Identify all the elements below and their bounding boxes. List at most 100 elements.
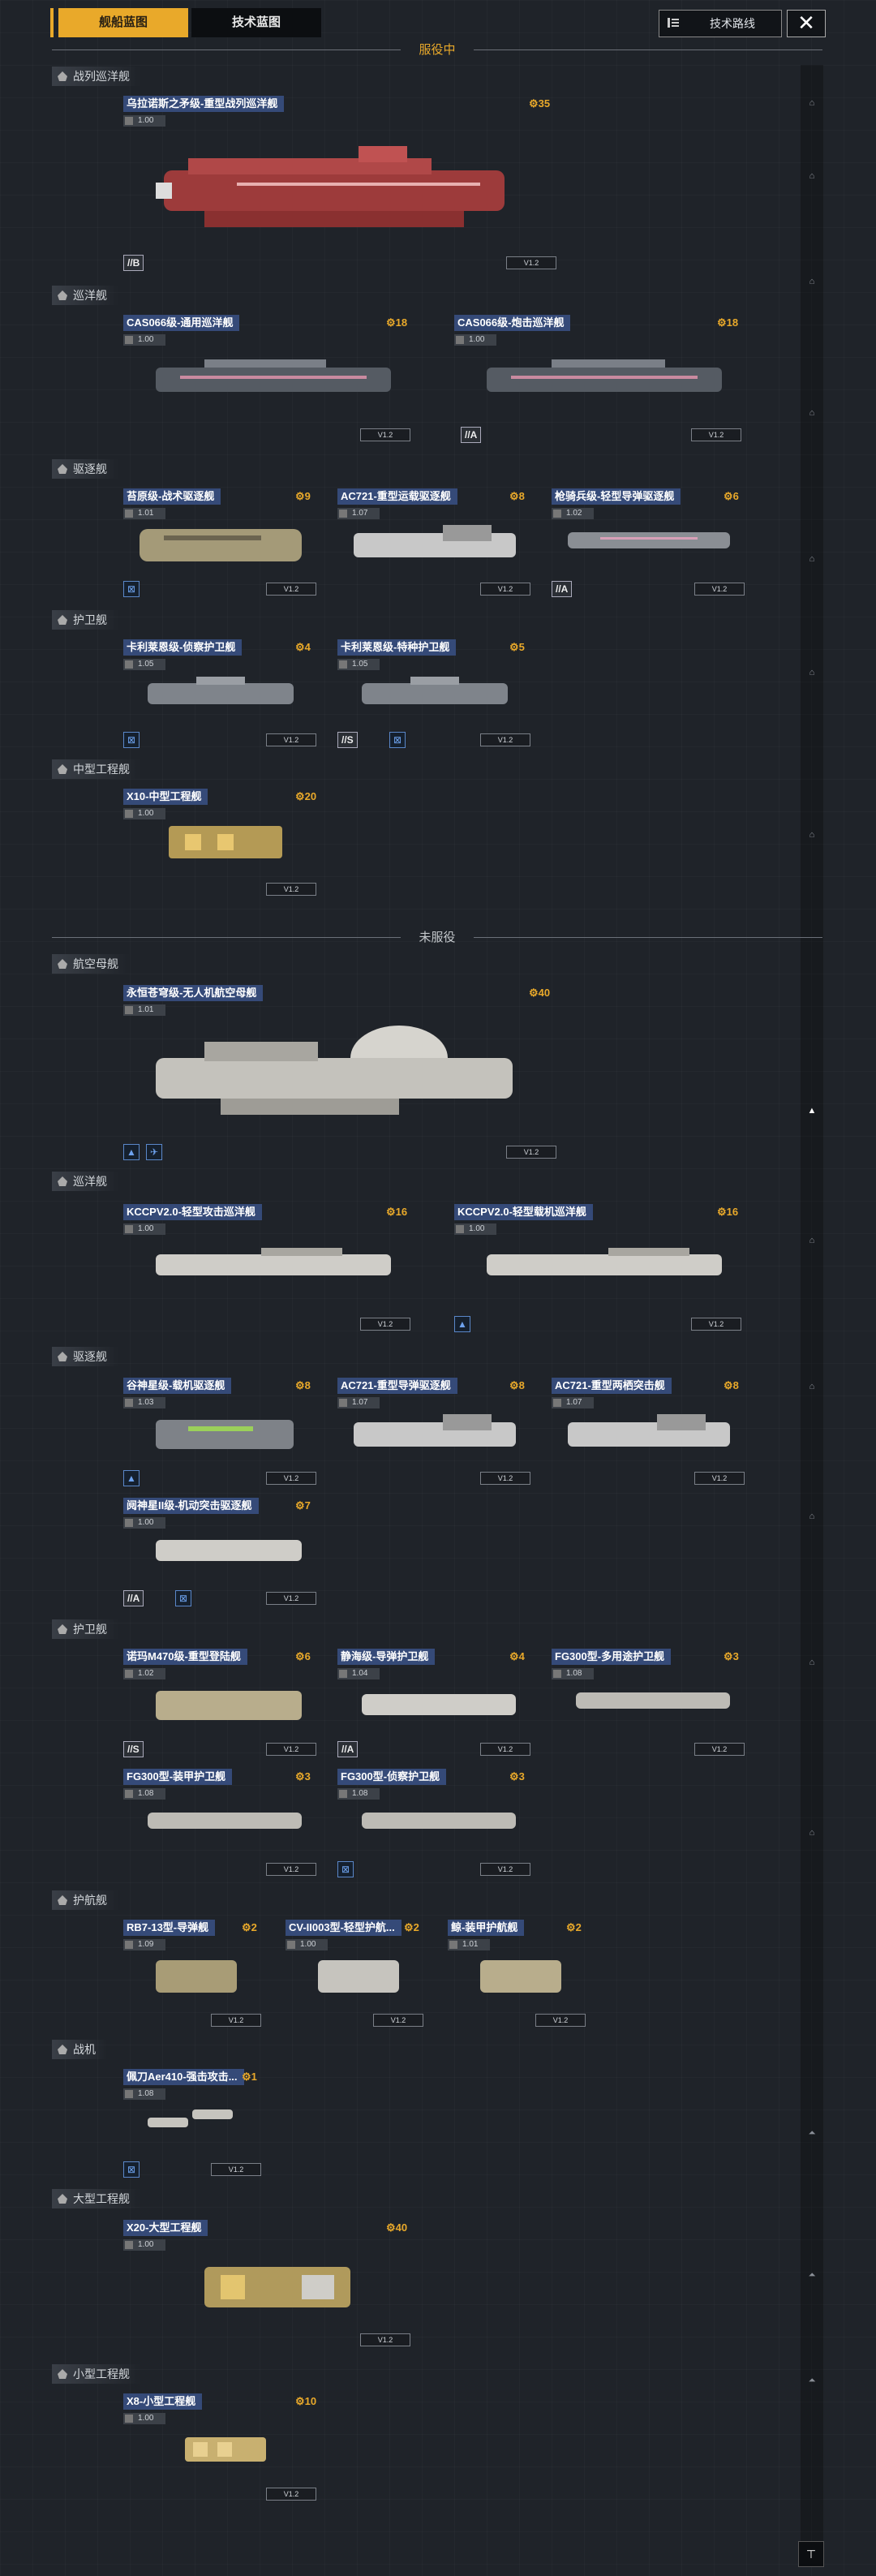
ship-cost: ⚙2: [242, 1921, 257, 1933]
sidebar-destroyer-b-icon[interactable]: ⌂: [805, 1379, 819, 1394]
filter-button[interactable]: ⊤: [798, 2541, 824, 2567]
ship-image: [169, 826, 282, 858]
sidebar-destroyer-c-icon[interactable]: ⌂: [805, 1509, 819, 1524]
ship-name: 鲸-装甲护航舰: [448, 1920, 525, 1936]
ship-cost: ⚙6: [295, 1650, 311, 1662]
category-label: 护卫舰: [73, 613, 107, 626]
ship-card-kccp-attack[interactable]: KCCPV2.0-轻型攻击巡洋舰 ⚙16 1.00 V1.2: [123, 1204, 412, 1334]
sidebar-frigate-c-icon[interactable]: ⌂: [805, 1655, 819, 1670]
category-large-engineering: 大型工程舰: [52, 2189, 141, 2208]
ship-card-x10[interactable]: X10-中型工程舰 ⚙20 1.00 V1.2: [123, 789, 316, 899]
ship-tier: 1.00: [286, 1939, 328, 1950]
tab-tech-blueprint[interactable]: 技术蓝图: [191, 8, 321, 37]
ship-class-icon: [58, 2045, 67, 2054]
ship-image: [487, 359, 722, 392]
ship-card-cv11003[interactable]: CV-II003型-轻型护航... ⚙2 1.00 V1.2: [286, 1920, 423, 2030]
ship-status: V1.2: [360, 428, 410, 441]
ship-status: V1.2: [360, 2333, 410, 2346]
ship-tier: 1.01: [123, 1004, 165, 1016]
ship-name: X8-小型工程舰: [123, 2393, 203, 2410]
sidebar-battlecruiser-icon[interactable]: ⌂: [805, 96, 819, 110]
ship-badge-icon: ⊠: [389, 732, 406, 748]
ship-card-x20[interactable]: X20-大型工程舰 ⚙40 1.00 V1.2: [123, 2220, 412, 2350]
sidebar-fighter-icon[interactable]: ⏶: [805, 2126, 819, 2140]
ship-card-sabre[interactable]: 佩刀Aer410-强击攻击... ⚙1 1.08 ⊠ V1.2: [123, 2069, 261, 2179]
ship-card-ac721-missile[interactable]: AC721-重型导弹驱逐舰 ⚙8 1.07 V1.2: [337, 1378, 530, 1488]
ship-card-ceres[interactable]: 谷神星级-载机驱逐舰 ⚙8 1.03 ▲ V1.2: [123, 1378, 316, 1488]
sidebar-medium-eng-icon[interactable]: ⌂: [805, 552, 819, 566]
sidebar-small-eng-icon[interactable]: ⏶: [805, 2373, 819, 2388]
ship-name: X10-中型工程舰: [123, 789, 208, 805]
ship-image: [487, 1248, 722, 1275]
ship-status: V1.2: [266, 883, 316, 896]
category-cruiser: 巡洋舰: [52, 286, 118, 305]
category-small-engineering: 小型工程舰: [52, 2364, 141, 2384]
ship-name: 枪骑兵级-轻型导弹驱逐舰: [552, 488, 681, 505]
ship-badge-icon: ⊠: [123, 2161, 140, 2178]
ship-cost: ⚙5: [509, 641, 525, 653]
tech-route-label: 技术路线: [710, 17, 755, 30]
sidebar-large-eng-icon[interactable]: ⏶: [805, 2268, 819, 2282]
ship-cost: ⚙1: [242, 2071, 257, 2083]
ship-image: [156, 146, 505, 227]
ship-class-icon: [58, 464, 67, 474]
category-label: 护航舰: [73, 1894, 107, 1907]
ship-card-fg300-multi[interactable]: FG300型-多用途护卫舰 ⚙3 1.08 V1.2: [552, 1649, 745, 1759]
ship-tier: 1.07: [337, 508, 380, 519]
ship-tier: 1.08: [337, 1788, 380, 1800]
sidebar-cruiser-icon[interactable]: ⌂: [805, 169, 819, 183]
ship-card-cas066-artillery[interactable]: CAS066级-炮击巡洋舰 ⚙18 1.00 //A V1.2: [454, 315, 743, 445]
ship-class-icon: [58, 71, 67, 81]
ship-image: [156, 1540, 302, 1561]
ship-tier: 1.00: [454, 334, 496, 346]
close-button[interactable]: ✕: [787, 10, 826, 37]
ship-card-uranos[interactable]: 乌拉诺斯之矛级-重型战列巡洋舰 ⚙35 1.00 //B V1.2: [123, 96, 556, 273]
sidebar-eng-icon[interactable]: ⌂: [805, 828, 819, 842]
section-label-active: 服役中: [419, 43, 456, 57]
ship-name: AC721-重型导弹驱逐舰: [337, 1378, 457, 1394]
ship-name: 谷神星级-载机驱逐舰: [123, 1378, 232, 1394]
ship-image: [318, 1960, 399, 1993]
ship-card-jinghai[interactable]: 静海级-导弹护卫舰 ⚙4 1.04 //A V1.2: [337, 1649, 530, 1759]
ship-cost: ⚙35: [529, 97, 551, 110]
ship-card-whale[interactable]: 鲸-装甲护航舰 ⚙2 1.01 V1.2: [448, 1920, 586, 2030]
section-divider-active: 服役中: [52, 42, 822, 58]
ship-card-x8[interactable]: X8-小型工程舰 ⚙10 1.00 V1.2: [123, 2393, 316, 2504]
ship-name: FG300型-装甲护卫舰: [123, 1769, 233, 1785]
ship-card-ac721-amphibious[interactable]: AC721-重型两栖突击舰 ⚙8 1.07 V1.2: [552, 1378, 745, 1488]
ship-card-cas066-general[interactable]: CAS066级-通用巡洋舰 ⚙18 1.00 V1.2: [123, 315, 412, 445]
ship-cost: ⚙2: [566, 1921, 582, 1933]
category-label: 战列巡洋舰: [73, 70, 130, 83]
ship-card-kccp-carrier[interactable]: KCCPV2.0-轻型载机巡洋舰 ⚙16 1.00 ▲ V1.2: [454, 1204, 743, 1334]
ship-card-norma[interactable]: 诺玛M470级-重型登陆舰 ⚙6 1.02 //S V1.2: [123, 1649, 316, 1759]
sidebar-corvette-icon[interactable]: ⌂: [805, 1826, 819, 1840]
ship-tier: 1.05: [123, 659, 165, 670]
ship-card-fg300-armor[interactable]: FG300型-装甲护卫舰 ⚙3 1.08 V1.2: [123, 1769, 316, 1879]
sidebar-destroyer-icon[interactable]: ⌂: [805, 274, 819, 289]
ship-card-eris[interactable]: 阋神星II级-机动突击驱逐舰 ⚙7 1.00 //A ⊠ V1.2: [123, 1498, 316, 1608]
ship-card-kalisa-special[interactable]: 卡利莱恩级-特种护卫舰 ⚙5 1.05 //S ⊠ V1.2: [337, 639, 530, 750]
sidebar-frigate-icon[interactable]: ⌂: [805, 406, 819, 420]
ship-tier: 1.02: [552, 508, 594, 519]
tab-ship-blueprint[interactable]: 舰船蓝图: [50, 8, 188, 37]
ship-card-lancer[interactable]: 枪骑兵级-轻型导弹驱逐舰 ⚙6 1.02 //A V1.2: [552, 488, 745, 599]
ship-badge-icon: ✈: [146, 1144, 162, 1160]
ship-card-eternal-sky[interactable]: 永恒苍穹级-无人机航空母舰 ⚙40 1.01 ▲ ✈ V1.2: [123, 985, 556, 1162]
ship-card-kalisa-recon[interactable]: 卡利莱恩级-侦察护卫舰 ⚙4 1.05 ⊠ V1.2: [123, 639, 316, 750]
sidebar-frigate-b-icon[interactable]: ⌂: [805, 665, 819, 680]
ship-image: [354, 525, 516, 557]
sidebar-carrier-icon[interactable]: ▲: [805, 1103, 819, 1118]
ship-tier: 1.04: [337, 1668, 380, 1679]
ship-class-icon: [58, 2194, 67, 2204]
ship-card-tundra[interactable]: 苔原级-战术驱逐舰 ⚙9 1.01 ⊠ V1.2: [123, 488, 316, 599]
ship-tier: 1.00: [123, 1517, 165, 1529]
ship-class-icon: [58, 1895, 67, 1905]
sidebar-cruiser-b-icon[interactable]: ⌂: [805, 1233, 819, 1248]
ship-card-rb7[interactable]: RB7-13型-导弹舰 ⚙2 1.09 V1.2: [123, 1920, 261, 2030]
ship-status: V1.2: [691, 1318, 741, 1331]
category-medium-engineering: 中型工程舰: [52, 759, 141, 779]
tech-route-button[interactable]: 技术路线: [659, 10, 782, 37]
ship-name: FG300型-多用途护卫舰: [552, 1649, 672, 1665]
ship-card-fg300-recon[interactable]: FG300型-侦察护卫舰 ⚙3 1.08 ⊠ V1.2: [337, 1769, 530, 1879]
ship-card-ac721-transport[interactable]: AC721-重型运载驱逐舰 ⚙8 1.07 V1.2: [337, 488, 530, 599]
